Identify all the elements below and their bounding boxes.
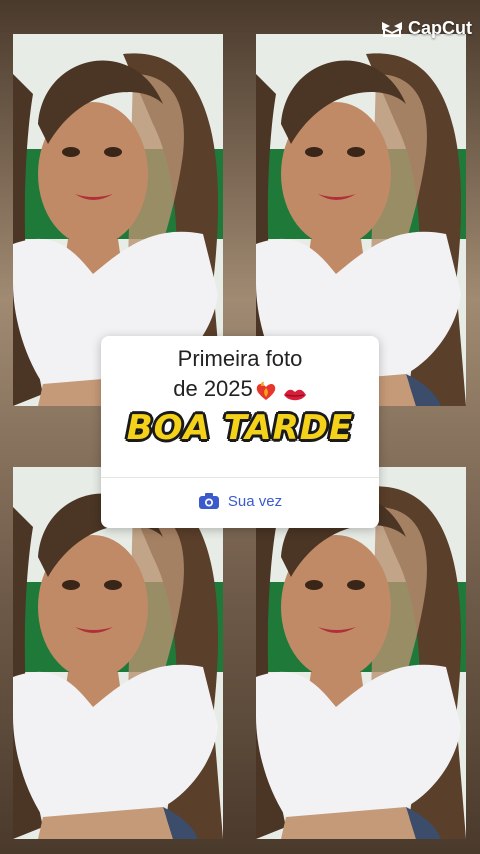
- your-turn-label: Sua vez: [227, 492, 283, 510]
- camera-icon: [198, 492, 220, 510]
- your-turn-button[interactable]: Sua vez: [101, 492, 379, 510]
- capcut-brand-text: CapCut: [408, 18, 472, 38]
- boa-tarde-sticker: BOA TARDE: [126, 408, 354, 448]
- capcut-logo-icon: [381, 21, 403, 37]
- caption: Primeira foto de 2025: [101, 344, 379, 404]
- caption-line-1: Primeira foto: [177, 346, 303, 371]
- heart-on-fire-icon: [255, 379, 277, 400]
- post-card[interactable]: Primeira foto de 2025 BOA TARDE Sua vez: [101, 336, 379, 528]
- capcut-watermark: CapCut: [381, 18, 472, 39]
- kiss-lips-icon: [283, 381, 307, 401]
- divider: [101, 477, 379, 478]
- caption-line-2: de 2025: [173, 376, 253, 401]
